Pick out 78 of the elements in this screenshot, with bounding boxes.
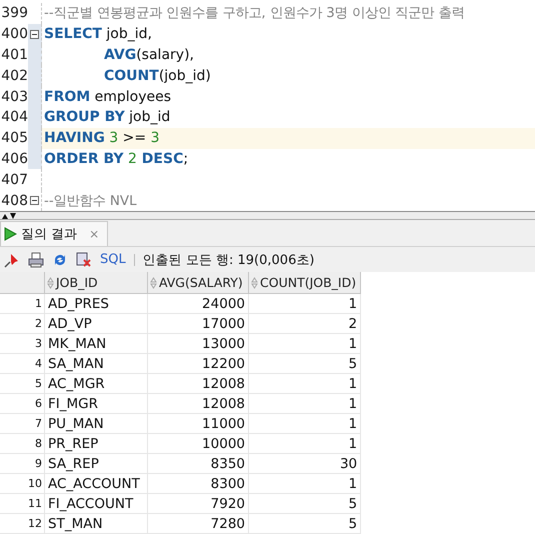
collapse-icon[interactable]: [30, 196, 39, 206]
row-number: 10: [0, 474, 44, 494]
table-cell: 1: [248, 394, 361, 414]
table-cell: 17000: [148, 314, 248, 334]
table-cell: 12200: [148, 354, 248, 374]
line-number: 406: [0, 150, 28, 167]
play-icon: [3, 227, 17, 241]
table-cell: 10000: [148, 434, 248, 454]
code-line: FROM employees: [44, 88, 172, 105]
table-cell: 2: [248, 314, 361, 334]
table-cell: 12008: [148, 374, 248, 394]
table-cell: 1: [248, 374, 361, 394]
pin-icon[interactable]: [4, 252, 20, 268]
table-cell: PU_MAN: [44, 414, 148, 434]
table-cell: 7920: [148, 494, 248, 514]
code-line: GROUP BY job_id: [44, 109, 170, 126]
sql-link[interactable]: SQL: [100, 252, 126, 267]
table-cell: FI_ACCOUNT: [44, 494, 148, 514]
line-number: 400: [0, 26, 28, 42]
line-number: 403: [0, 88, 28, 105]
table-cell: 1: [248, 294, 361, 314]
table-cell: 8300: [148, 474, 248, 494]
table-cell: 1: [248, 434, 361, 454]
row-number: 7: [0, 414, 44, 434]
line-number: 399: [0, 5, 28, 22]
row-number: 1: [0, 294, 44, 314]
table-cell: PR_REP: [44, 434, 148, 454]
fetch-status: 인출된 모든 행: 19(0,006초): [142, 252, 314, 268]
table-cell: 1: [248, 474, 361, 494]
table-cell: SA_REP: [44, 454, 148, 474]
collapse-icon[interactable]: [30, 30, 39, 39]
row-number: 4: [0, 354, 44, 374]
table-cell: ST_MAN: [44, 514, 148, 534]
table-cell: 1: [248, 334, 361, 354]
table-cell: 13000: [148, 334, 248, 354]
row-number: 2: [0, 314, 44, 334]
row-number: 9: [0, 454, 44, 474]
code-line: ORDER BY 2 DESC;: [44, 150, 188, 167]
code-line: --일반함수 NVL: [44, 192, 137, 210]
line-number: 405: [0, 130, 28, 146]
table-cell: 5: [248, 514, 361, 534]
table-cell: 30: [248, 454, 361, 474]
line-number: 408: [0, 192, 28, 209]
code-line: AVG(salary),: [104, 46, 194, 63]
printer-icon[interactable]: [28, 252, 44, 268]
delete-icon[interactable]: [76, 252, 92, 268]
table-cell: 1: [248, 414, 361, 434]
row-number: 12: [0, 514, 44, 534]
line-number: 401: [0, 46, 28, 63]
table-cell: 8350: [148, 454, 248, 474]
line-number: 407: [0, 172, 28, 188]
row-number: 5: [0, 374, 44, 394]
table-cell: 5: [248, 494, 361, 514]
row-number: 8: [0, 434, 44, 454]
code-line: COUNT(job_id): [104, 68, 211, 84]
line-number: 404: [0, 109, 28, 126]
row-number: 3: [0, 334, 44, 354]
table-cell: 24000: [148, 294, 248, 314]
table-cell: AD_VP: [44, 314, 148, 334]
table-cell: 11000: [148, 414, 248, 434]
code-line: HAVING 3 >= 3: [44, 130, 160, 146]
table-cell: 5: [248, 354, 361, 374]
row-number: 11: [0, 494, 44, 514]
tab-label: 질의 결과: [21, 226, 78, 243]
table-cell: SA_MAN: [44, 354, 148, 374]
line-number: 402: [0, 68, 28, 84]
table-cell: AD_PRES: [44, 294, 148, 314]
table-cell: 12008: [148, 394, 248, 414]
table-cell: AC_ACCOUNT: [44, 474, 148, 494]
splitter-arrows-icon[interactable]: [1, 212, 17, 218]
row-number: 6: [0, 394, 44, 414]
table-cell: 7280: [148, 514, 248, 534]
table-cell: AC_MGR: [44, 374, 148, 394]
code-line: SELECT job_id,: [44, 26, 152, 42]
table-cell: FI_MGR: [44, 394, 148, 414]
table-cell: MK_MAN: [44, 334, 148, 354]
code-line: --직군별 연봉평균과 인원수를 구하고, 인원수가 3명 이상인 직군만 출력: [44, 5, 464, 22]
results-tab[interactable]: 질의 결과 ×: [0, 221, 108, 246]
